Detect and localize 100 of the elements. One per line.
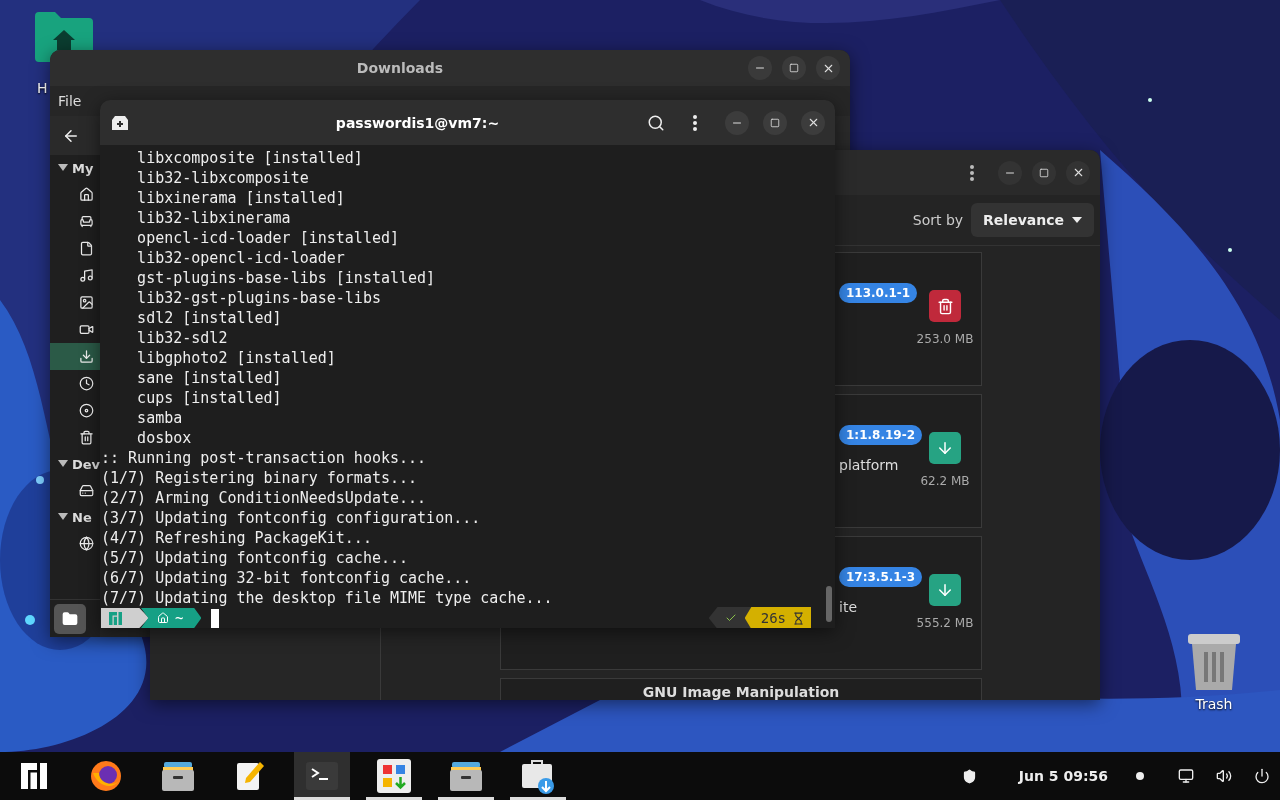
app-size: 253.0 MB: [916, 332, 974, 346]
close-button[interactable]: [1066, 160, 1090, 185]
terminal-line: (6/7) Updating 32-bit fontconfig cache...: [101, 568, 472, 588]
desktop-icon-label: H: [37, 80, 48, 96]
terminal-line: libxinerama [installed]: [136, 188, 345, 208]
version-badge: 1:1.8.19-2: [839, 425, 922, 445]
sidebar-section-label: My: [72, 160, 94, 176]
maximize-button[interactable]: [782, 56, 806, 80]
window-title: Downloads: [355, 60, 445, 76]
kebab-icon: [693, 114, 697, 131]
uninstall-button[interactable]: [929, 290, 961, 322]
new-tab-icon: [112, 115, 128, 130]
folder-button[interactable]: [54, 603, 86, 634]
home-icon: [79, 187, 94, 202]
close-button[interactable]: [801, 110, 825, 135]
disc-icon: [79, 403, 94, 418]
logo-icon: [109, 611, 122, 625]
app-name: platform: [839, 457, 899, 473]
terminal-line: cups [installed]: [136, 388, 282, 408]
terminal-line: (7/7) Updating the desktop file MIME type cache...: [101, 588, 553, 608]
taskbar-app-button[interactable]: [294, 752, 350, 800]
sort-label: Sort by: [912, 212, 964, 228]
app-size: 62.2 MB: [920, 474, 970, 488]
clock-icon: [79, 376, 94, 391]
trash-can-icon[interactable]: [1186, 632, 1242, 690]
menu-item[interactable]: File: [58, 93, 82, 109]
expander-icon[interactable]: [58, 164, 68, 172]
minimize-button[interactable]: [725, 110, 749, 135]
install-button[interactable]: [929, 574, 961, 606]
music-icon: [79, 268, 94, 283]
shield-icon[interactable]: [961, 768, 977, 784]
terminal-line: lib32-gst-plugins-base-libs: [136, 288, 381, 308]
minimize-button[interactable]: [998, 160, 1022, 185]
document-icon: [79, 241, 94, 256]
terminal-line: libxcomposite [installed]: [136, 148, 363, 168]
globe-icon: [79, 536, 94, 551]
expander-icon[interactable]: [58, 460, 68, 468]
terminal-line: lib32-libxcomposite: [136, 168, 309, 188]
file-cabinet-icon: [449, 760, 483, 792]
network-icon[interactable]: [1178, 768, 1194, 784]
scrollbar-thumb[interactable]: [826, 586, 832, 622]
terminal-line: samba: [136, 408, 183, 428]
note-pencil-icon: [234, 760, 266, 792]
menu-button[interactable]: [693, 114, 697, 131]
app-name: GNU Image Manipulation: [642, 684, 840, 700]
terminal-line: sdl2 [installed]: [136, 308, 282, 328]
terminal-line: lib32-opencl-icd-loader: [136, 248, 345, 268]
minimize-button[interactable]: [748, 56, 772, 80]
search-icon: [647, 113, 665, 132]
terminal-line: lib32-libxinerama: [136, 208, 291, 228]
terminal-line: (2/7) Arming ConditionNeedsUpdate...: [101, 488, 427, 508]
caret-icon: [1072, 217, 1082, 223]
video-icon: [79, 322, 94, 337]
app-store-icon: [377, 759, 411, 793]
check-icon: [724, 612, 737, 624]
sort-dropdown[interactable]: Relevance: [971, 203, 1094, 237]
app-name: ite: [839, 599, 857, 615]
folder-icon: [62, 610, 78, 627]
expander-icon[interactable]: [58, 513, 68, 521]
terminal-line: libgphoto2 [installed]: [136, 348, 336, 368]
download-arrow-icon: [936, 581, 954, 599]
kebab-icon: [970, 164, 974, 181]
app-size: 555.2 MB: [916, 616, 974, 630]
maximize-icon: [770, 117, 780, 128]
desktop-icon-label: Trash: [1195, 696, 1233, 712]
terminal-line: :: Running post-transaction hooks...: [101, 448, 427, 468]
download-icon: [79, 349, 94, 364]
text-cursor: [211, 608, 220, 628]
version-badge: 113.0.1-1: [839, 283, 918, 303]
search-button[interactable]: [647, 113, 665, 132]
terminal-line: (4/7) Refreshing PackageKit...: [101, 528, 372, 548]
download-arrow-icon: [936, 439, 954, 457]
package-download-icon: [520, 758, 556, 794]
status-dot-icon[interactable]: [1136, 772, 1144, 780]
picture-icon: [79, 295, 94, 310]
menu-button[interactable]: [970, 164, 974, 181]
desktop-icon: [79, 214, 94, 229]
drive-icon: [79, 483, 94, 498]
power-icon[interactable]: [1254, 768, 1270, 784]
version-badge: 17:3.5.1-3: [839, 567, 922, 587]
install-button[interactable]: [929, 432, 961, 464]
terminal-line: lib32-sdl2: [136, 328, 228, 348]
terminal-line: (3/7) Updating fontconfig configuration...: [101, 508, 481, 528]
terminal-line: sane [installed]: [136, 368, 282, 388]
home-icon: [157, 612, 169, 624]
new-tab-button[interactable]: [112, 115, 128, 130]
trash-icon: [79, 430, 94, 445]
duration-text: 26s: [760, 610, 786, 626]
close-button[interactable]: [816, 56, 840, 80]
maximize-button[interactable]: [1032, 160, 1056, 185]
maximize-icon: [789, 63, 799, 73]
sidebar-section-label: Dev: [72, 456, 101, 472]
terminal-icon: [306, 762, 338, 790]
volume-icon[interactable]: [1216, 768, 1232, 784]
maximize-button[interactable]: [763, 110, 787, 135]
maximize-icon: [1039, 167, 1049, 178]
window-title: passwordis1@vm7:~: [334, 114, 501, 131]
trash-icon: [936, 297, 954, 315]
clock[interactable]: Jun 5 09:56: [1018, 768, 1108, 784]
terminal-line: opencl-icd-loader [installed]: [136, 228, 399, 248]
